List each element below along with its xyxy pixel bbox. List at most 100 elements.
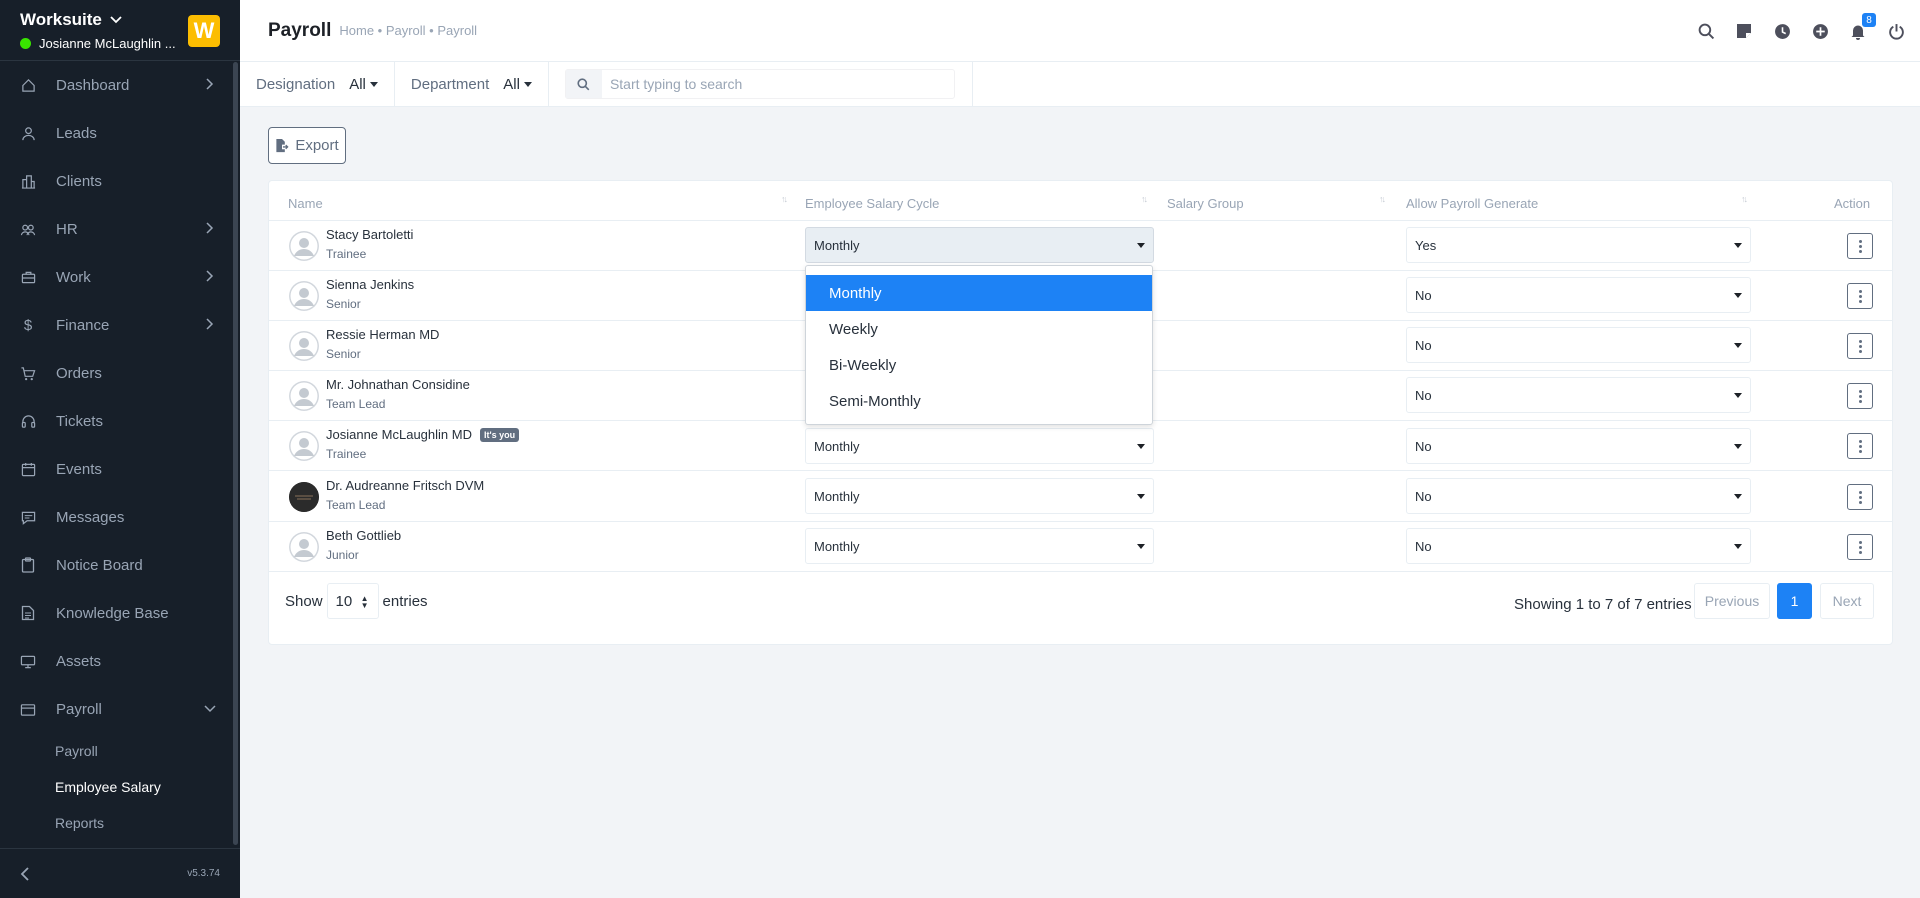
clock-icon[interactable] (1772, 21, 1792, 41)
sidebar-item-clients[interactable]: Clients (0, 157, 240, 205)
row-action-button[interactable] (1847, 433, 1873, 459)
sidebar-item-label: Leads (56, 124, 97, 142)
column-header-name[interactable]: Name (288, 196, 323, 211)
collapse-sidebar-icon[interactable] (20, 866, 30, 881)
top-bar-actions: 8 (1696, 0, 1906, 62)
sidebar-scrollbar[interactable] (233, 62, 238, 845)
sidebar-item-dashboard[interactable]: Dashboard (0, 61, 240, 109)
column-header-allow-payroll[interactable]: Allow Payroll Generate (1406, 196, 1538, 211)
allow-payroll-select[interactable]: No (1406, 428, 1751, 464)
search-icon[interactable] (1696, 21, 1716, 41)
submenu-item-reports[interactable]: Reports (0, 805, 240, 841)
employee-name[interactable]: Beth Gottlieb (326, 528, 401, 543)
row-action-button[interactable] (1847, 333, 1873, 359)
employee-name[interactable]: Josianne McLaughlin MD It's you (326, 427, 520, 442)
row-action-button[interactable] (1847, 484, 1873, 510)
caret-down-icon (1137, 444, 1145, 449)
app-logo[interactable]: W (188, 15, 220, 47)
page-length-select[interactable]: 10 ▲ ▼ (326, 583, 379, 619)
export-label: Export (295, 137, 339, 154)
dropdown-option-semi-monthly[interactable]: Semi-Monthly (806, 383, 1152, 419)
sidebar-item-payroll[interactable]: Payroll (0, 685, 240, 733)
employee-name[interactable]: Sienna Jenkins (326, 277, 414, 292)
people-icon (20, 221, 36, 237)
allow-payroll-select[interactable]: Yes (1406, 227, 1751, 263)
salary-cycle-value: Monthly (814, 237, 860, 253)
page-length-control: Show 10 ▲ ▼ entries (285, 583, 428, 619)
sidebar-item-label: HR (56, 220, 78, 238)
sidebar-item-tickets[interactable]: Tickets (0, 397, 240, 445)
designation-filter: Designation All (240, 61, 395, 107)
add-circle-icon[interactable] (1810, 21, 1830, 41)
column-header-salary-cycle[interactable]: Employee Salary Cycle (805, 196, 939, 211)
row-action-button[interactable] (1847, 534, 1873, 560)
sidebar-item-knowledge-base[interactable]: Knowledge Base (0, 589, 240, 637)
notification-badge: 8 (1862, 13, 1876, 27)
salary-cycle-select[interactable]: Monthly (805, 478, 1154, 514)
dropdown-option-bi-weekly[interactable]: Bi-Weekly (806, 347, 1152, 383)
next-page-button[interactable]: Next (1820, 583, 1874, 619)
page-1-button[interactable]: 1 (1777, 583, 1812, 619)
employee-name[interactable]: Stacy Bartoletti (326, 227, 413, 242)
sidebar-item-assets[interactable]: Assets (0, 637, 240, 685)
avatar (289, 532, 319, 562)
sidebar-item-label: Dashboard (56, 76, 130, 94)
bell-icon[interactable]: 8 (1848, 13, 1876, 41)
kebab-menu-icon (1858, 540, 1862, 554)
submenu-item-employee-salary[interactable]: Employee Salary (0, 769, 240, 805)
row-action-button[interactable] (1847, 283, 1873, 309)
dropdown-option-weekly[interactable]: Weekly (806, 311, 1152, 347)
sidebar-item-work[interactable]: Work (0, 253, 240, 301)
sort-updown-icon: ▲ ▼ (360, 594, 369, 610)
online-status-icon (20, 38, 31, 49)
sidebar-item-events[interactable]: Events (0, 445, 240, 493)
sticky-note-icon[interactable] (1734, 21, 1754, 41)
row-action-button[interactable] (1847, 383, 1873, 409)
department-select[interactable]: All (503, 76, 532, 93)
employee-designation: Senior (326, 297, 361, 311)
employee-designation: Trainee (326, 447, 367, 461)
sort-icon: ↑↓ (1741, 194, 1748, 204)
column-header-action: Action (1834, 196, 1871, 211)
search-input[interactable] (601, 76, 954, 92)
allow-payroll-select[interactable]: No (1406, 528, 1751, 564)
designation-select[interactable]: All (349, 76, 378, 93)
employee-name-text: Sienna Jenkins (326, 277, 415, 292)
employee-name[interactable]: Dr. Audreanne Fritsch DVM (326, 478, 484, 493)
row-action-button[interactable] (1847, 233, 1873, 259)
allow-payroll-select[interactable]: No (1406, 277, 1751, 313)
column-header-salary-group[interactable]: Salary Group (1167, 196, 1244, 211)
sidebar-item-hr[interactable]: HR (0, 205, 240, 253)
search-box (564, 69, 955, 99)
export-button[interactable]: Export (268, 127, 346, 164)
dropdown-option-monthly[interactable]: Monthly (806, 275, 1152, 311)
employee-name-text: Dr. Audreanne Fritsch DVM (326, 478, 485, 493)
allow-payroll-select[interactable]: No (1406, 478, 1751, 514)
power-icon[interactable] (1886, 21, 1906, 41)
allow-payroll-select[interactable]: No (1406, 377, 1751, 413)
sidebar-item-orders[interactable]: Orders (0, 349, 240, 397)
salary-cycle-select[interactable]: Monthly (805, 528, 1154, 564)
salary-cycle-select[interactable]: Monthly (805, 428, 1154, 464)
table-info: Showing 1 to 7 of 7 entries (1514, 596, 1692, 613)
allow-payroll-select[interactable]: No (1406, 327, 1751, 363)
sidebar-item-label: Events (56, 460, 102, 478)
sidebar-item-leads[interactable]: Leads (0, 109, 240, 157)
department-filter: Department All (395, 61, 549, 107)
allow-payroll-value: No (1415, 538, 1432, 554)
page-title: Payroll (268, 19, 332, 41)
sidebar-item-messages[interactable]: Messages (0, 493, 240, 541)
submenu-item-payroll[interactable]: Payroll (0, 733, 240, 769)
chevron-right-icon (206, 222, 214, 234)
employee-name[interactable]: Mr. Johnathan Considine (326, 377, 470, 392)
designation-label: Designation (256, 75, 336, 93)
headset-icon (20, 413, 36, 429)
chevron-right-icon (206, 318, 214, 330)
sidebar-item-finance[interactable]: $ Finance (0, 301, 240, 349)
previous-page-button[interactable]: Previous (1694, 583, 1770, 619)
salary-cycle-select[interactable]: Monthly (805, 227, 1154, 263)
sidebar-item-label: Orders (56, 364, 102, 382)
employee-name[interactable]: Ressie Herman MD (326, 327, 439, 342)
table-row: Beth Gottlieb Junior Monthly No (269, 522, 1892, 572)
sidebar-item-notice-board[interactable]: Notice Board (0, 541, 240, 589)
